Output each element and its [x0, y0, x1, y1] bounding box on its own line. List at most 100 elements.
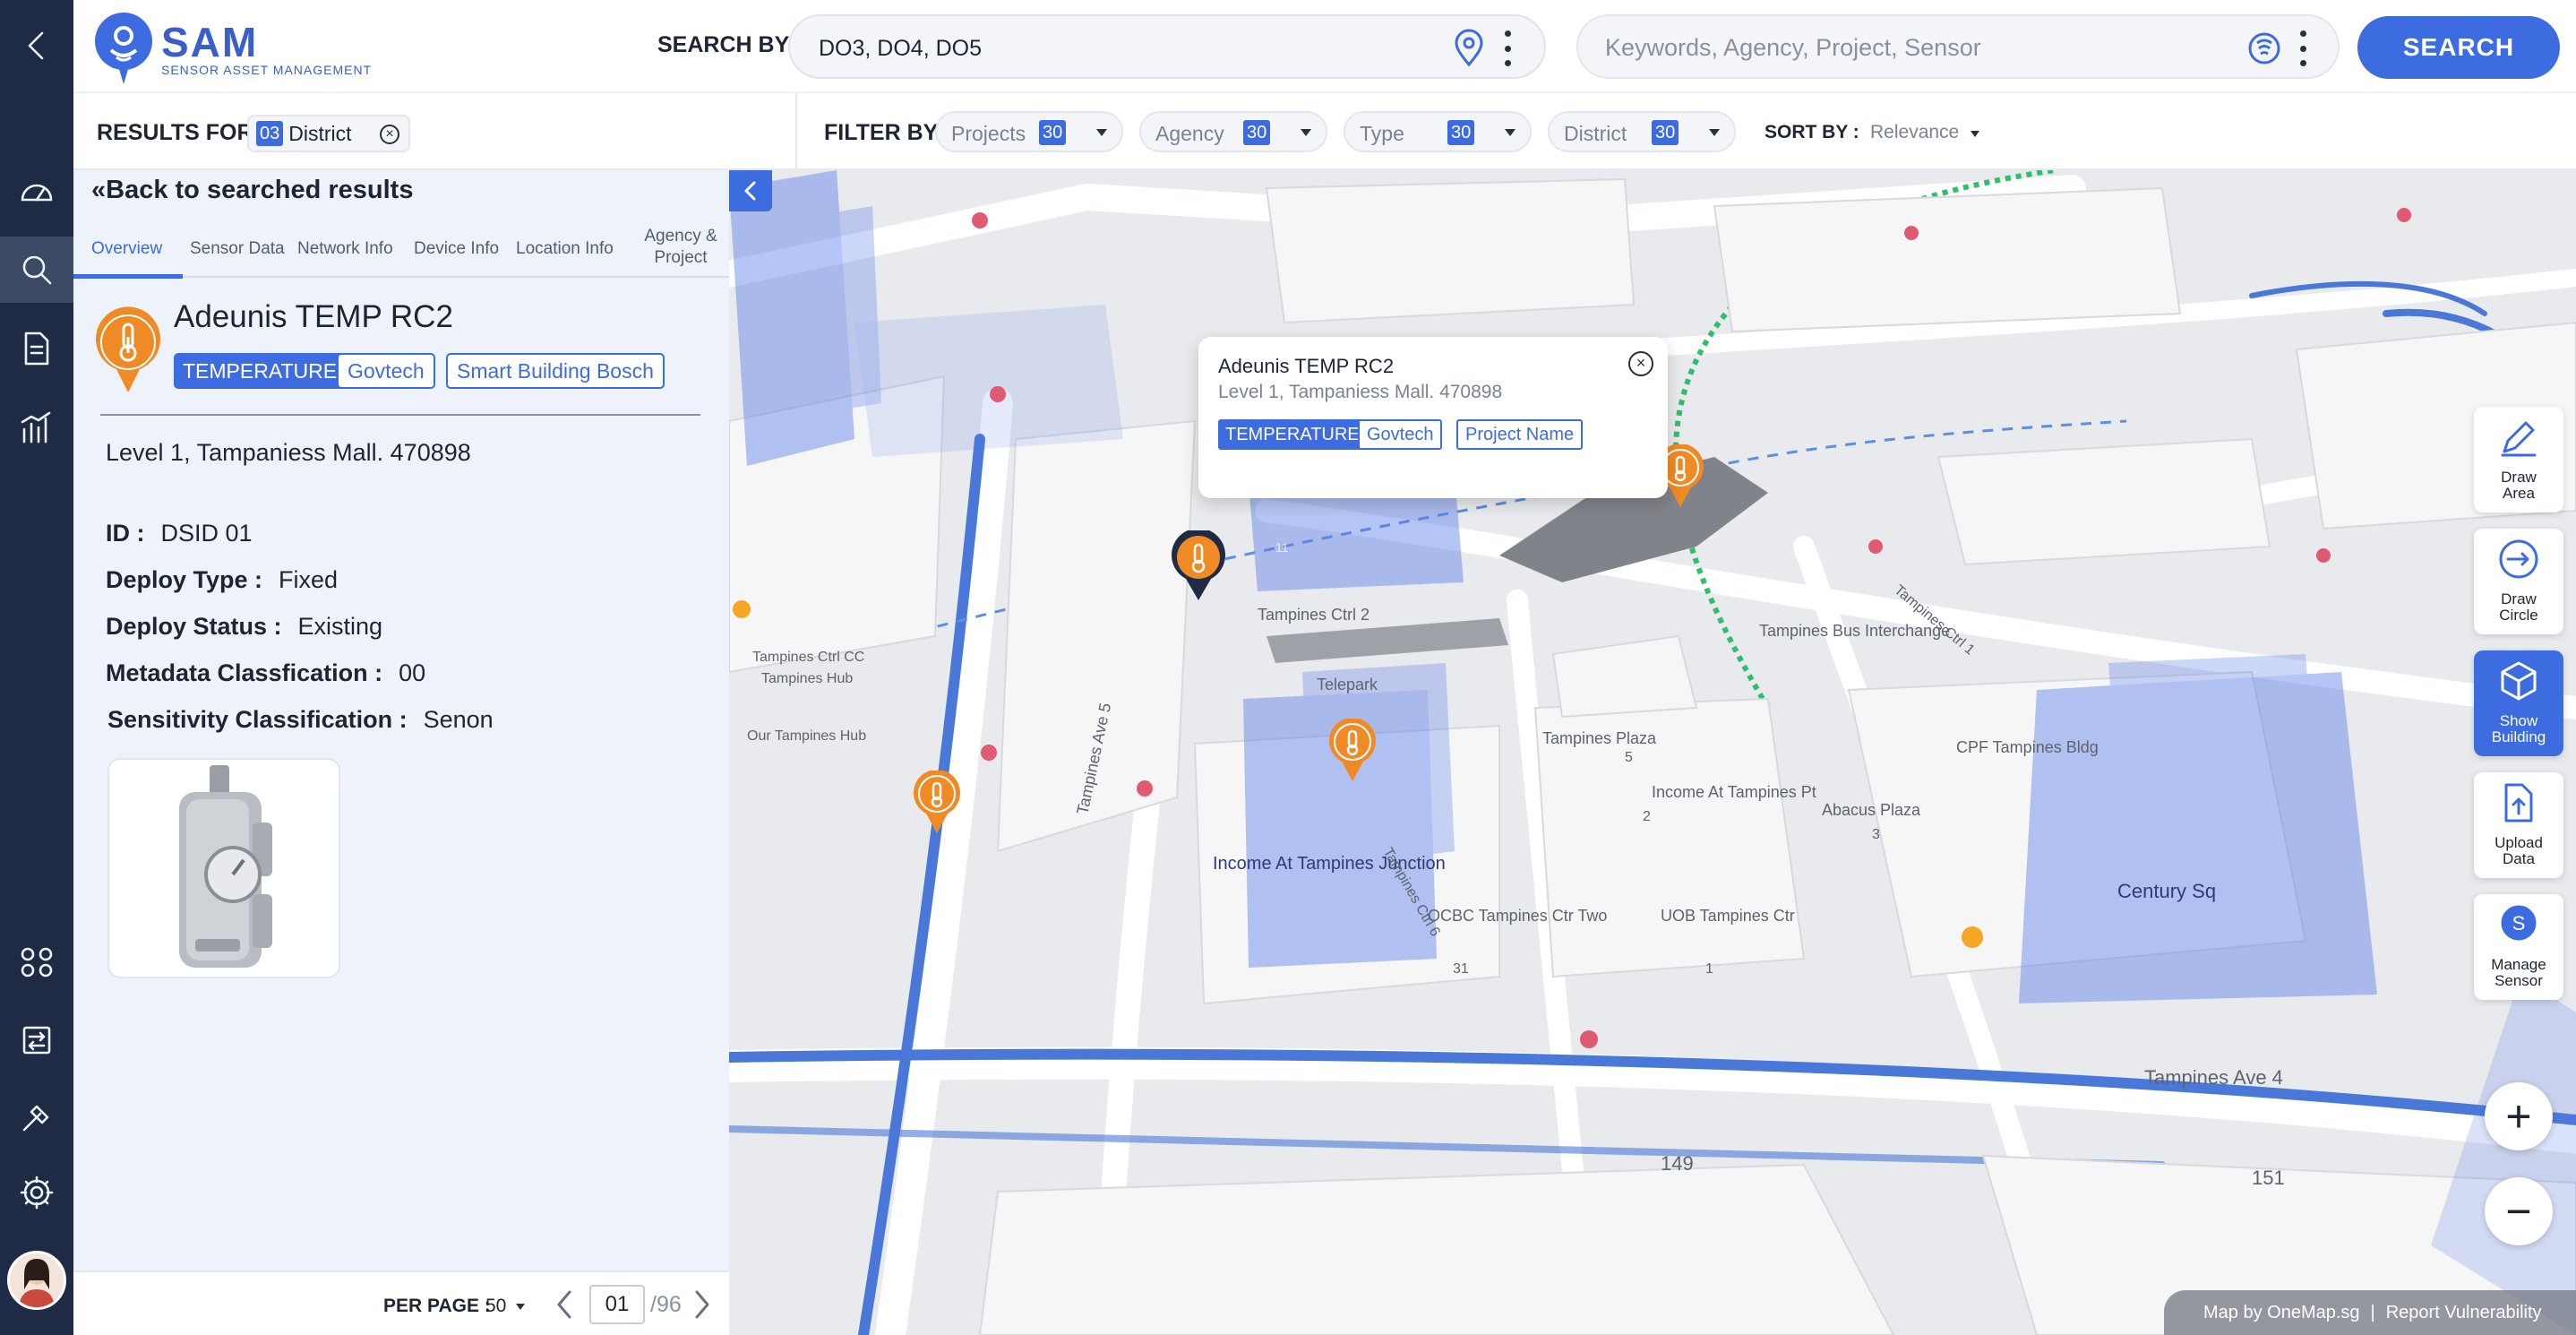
sensor-marker[interactable]	[912, 769, 962, 835]
collapse-panel-button[interactable]	[729, 170, 772, 211]
search-button[interactable]: SEARCH	[2357, 16, 2560, 79]
tab-agency-project[interactable]: Agency & Project	[636, 226, 726, 269]
map-view[interactable]: Tampines Ctrl 2 Telepark Tampines Plaza …	[729, 170, 2576, 1335]
analytics-chart-icon[interactable]	[0, 394, 73, 461]
tab-location-info[interactable]: Location Info	[516, 238, 614, 260]
divider	[795, 93, 797, 170]
page-number-input[interactable]	[589, 1285, 645, 1324]
zoom-out-button[interactable]: −	[2485, 1177, 2553, 1245]
results-district-chip[interactable]: 03 District ×	[247, 115, 410, 152]
user-avatar[interactable]	[7, 1251, 66, 1310]
sensor-marker[interactable]	[1327, 717, 1378, 783]
filter-agency-dropdown[interactable]: Agency 30	[1139, 111, 1327, 152]
chevron-down-icon	[1505, 129, 1516, 136]
map-attribution: Map by OneMap.sg | Report Vulnerability	[2164, 1290, 2576, 1335]
svg-text:149: 149	[1661, 1152, 1694, 1175]
svg-text:1: 1	[1705, 961, 1713, 977]
svg-text:Our Tampines Hub: Our Tampines Hub	[747, 728, 866, 744]
popup-address: Level 1, Tampaniess Mall. 470898	[1218, 382, 1503, 402]
prev-page-icon[interactable]	[552, 1288, 579, 1321]
keyword-search-field[interactable]	[1576, 14, 2340, 79]
filter-district-count: 30	[1652, 120, 1679, 145]
filter-by-label: FILTER BY	[824, 120, 939, 145]
top-bar: SAM SENSOR ASSET MANAGEMENT SEARCH BY DO…	[73, 0, 2576, 93]
chevron-down-icon	[1301, 129, 1311, 136]
search-by-more-icon[interactable]	[1501, 30, 1514, 66]
back-to-results-link[interactable]: «Back to searched results	[91, 176, 413, 205]
svg-text:Tampines Plaza: Tampines Plaza	[1542, 729, 1657, 747]
field-id: ID : DSID 01	[106, 520, 253, 547]
attribution-separator: |	[2370, 1302, 2375, 1322]
filter-district-dropdown[interactable]: District 30	[1548, 111, 1736, 152]
field-metadata-classification: Metadata Classfication :00	[106, 659, 426, 686]
svg-text:Tampines Ctrl 2: Tampines Ctrl 2	[1258, 606, 1370, 624]
keyword-search-input[interactable]	[1605, 29, 2214, 66]
app-name: SAM	[161, 19, 259, 65]
sensor-popup: Adeunis TEMP RC2 Level 1, Tampaniess Mal…	[1198, 337, 1668, 498]
popup-project-tag: Project Name	[1456, 419, 1584, 450]
search-by-label: SEARCH BY	[657, 32, 790, 57]
close-icon[interactable]: ×	[1628, 351, 1653, 376]
filter-type-count: 30	[1447, 120, 1475, 145]
tab-overview[interactable]: Overview	[91, 238, 162, 260]
per-page-dropdown[interactable]: 50	[485, 1296, 506, 1317]
svg-text:CPF Tampines Bldg: CPF Tampines Bldg	[1956, 738, 2099, 756]
report-vulnerability-link[interactable]: Report Vulnerability	[2386, 1303, 2542, 1323]
sensor-s-icon: S	[2501, 905, 2537, 941]
field-sensitivity-classification: Sensitivity Classification : Senon	[107, 706, 494, 733]
location-pin-icon[interactable]	[1449, 29, 1489, 68]
dashboard-gauge-icon[interactable]	[0, 158, 73, 224]
transfer-icon[interactable]	[0, 1007, 73, 1073]
tab-sensor-data[interactable]: Sensor Data	[190, 238, 285, 260]
document-icon[interactable]	[0, 315, 73, 382]
filter-district-label: District	[1564, 122, 1627, 145]
tab-device-info[interactable]: Device Info	[414, 238, 499, 260]
tools-icon[interactable]	[0, 1084, 73, 1150]
keyword-more-icon[interactable]	[2297, 30, 2309, 66]
agency-tag: Govtech	[337, 353, 435, 389]
draw-circle-button[interactable]: Draw Circle	[2474, 529, 2563, 634]
remove-chip-icon[interactable]: ×	[380, 125, 399, 144]
manage-sensor-button[interactable]: S Manage Sensor	[2474, 894, 2563, 1000]
filter-projects-dropdown[interactable]: Projects 30	[935, 111, 1123, 152]
type-tag: TEMPERATURE	[174, 353, 347, 389]
sensor-name: Adeunis TEMP RC2	[174, 299, 453, 334]
results-for-label: RESULTS FOR	[97, 120, 253, 145]
chevron-down-icon	[1709, 129, 1720, 136]
svg-text:31: 31	[1453, 961, 1469, 977]
next-page-icon[interactable]	[688, 1288, 715, 1321]
field-deploy-status: Deploy Status : Existing	[106, 613, 383, 640]
device-image	[107, 758, 340, 978]
sort-by-label: SORT BY :	[1765, 122, 1859, 142]
temperature-sensor-icon	[95, 306, 161, 396]
field-deploy-type: Deploy Type : Fixed	[106, 566, 339, 593]
svg-text:UOB Tampines Ctr: UOB Tampines Ctr	[1661, 907, 1795, 925]
search-icon[interactable]	[0, 237, 73, 303]
show-building-button[interactable]: Show Building	[2474, 650, 2563, 756]
upload-file-icon	[2504, 783, 2533, 823]
upload-data-button[interactable]: Upload Data	[2474, 772, 2563, 878]
filter-agency-label: Agency	[1155, 122, 1224, 145]
per-page-label: PER PAGE :	[383, 1296, 491, 1316]
onemap-credit-link[interactable]: Map by OneMap.sg	[2203, 1303, 2360, 1323]
chevron-down-icon	[516, 1304, 525, 1310]
sort-by-dropdown[interactable]: Relevance	[1870, 122, 1959, 143]
tab-network-info[interactable]: Network Info	[297, 238, 393, 260]
back-arrow-icon[interactable]	[0, 13, 73, 79]
circle-arrow-icon	[2499, 539, 2538, 579]
detail-tabs: Overview Sensor Data Network Info Device…	[73, 220, 729, 279]
popup-title: Adeunis TEMP RC2	[1218, 355, 1395, 377]
search-by-field[interactable]: DO3, DO4, DO5	[788, 14, 1546, 79]
filter-projects-count: 30	[1039, 120, 1067, 145]
pencil-icon	[2501, 421, 2537, 457]
filter-type-dropdown[interactable]: Type 30	[1344, 111, 1532, 152]
chevron-down-icon	[1096, 129, 1107, 136]
settings-gear-icon[interactable]	[0, 1159, 73, 1226]
network-nodes-icon[interactable]	[0, 928, 73, 995]
zoom-in-button[interactable]: +	[2485, 1082, 2553, 1150]
popup-type-tag: TEMPERATURE	[1218, 419, 1367, 450]
chevron-down-icon	[1971, 131, 1979, 137]
draw-area-button[interactable]: Draw Area	[2474, 407, 2563, 512]
sensor-marker-selected[interactable]	[1170, 528, 1227, 602]
sensor-signal-icon[interactable]	[2246, 30, 2282, 66]
